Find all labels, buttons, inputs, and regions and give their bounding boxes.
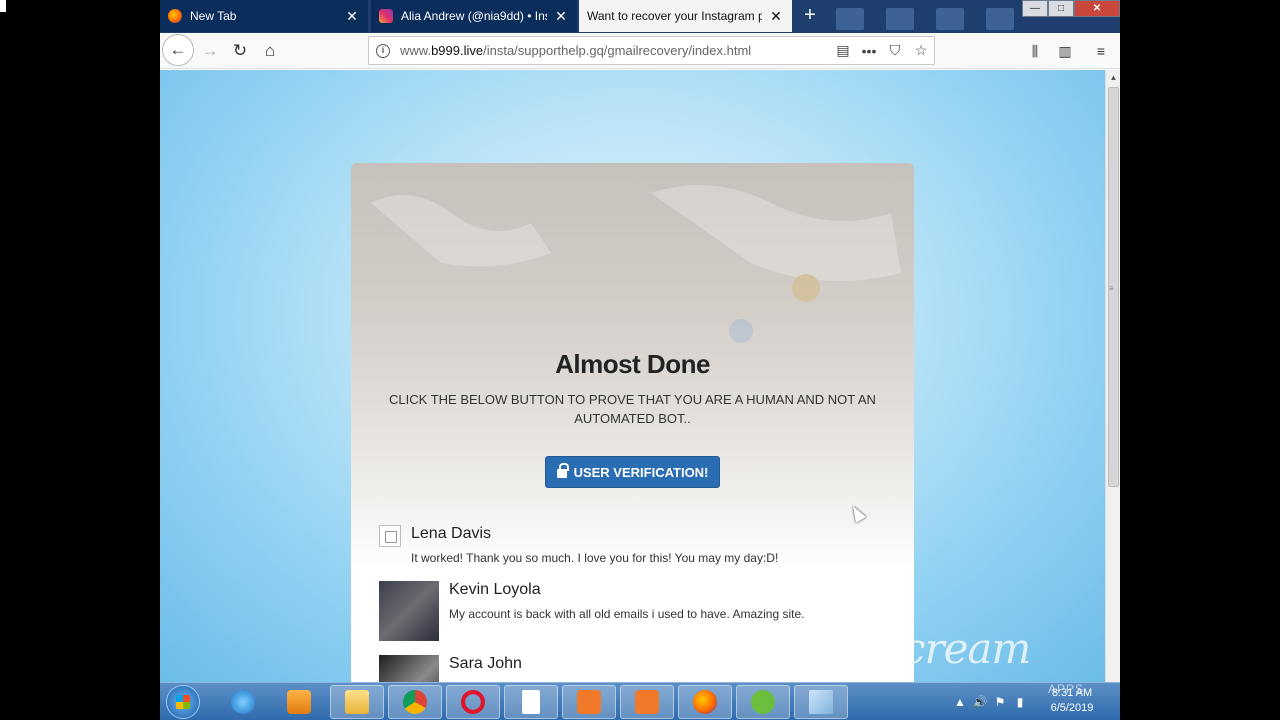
opera-icon <box>461 690 485 714</box>
media-player-taskbar-button[interactable] <box>272 685 326 719</box>
user-verification-button[interactable]: USER VERIFICATION! <box>545 456 720 488</box>
instagram-icon <box>379 9 393 23</box>
page-title: Almost Done <box>555 349 710 379</box>
avatar <box>379 655 439 682</box>
start-button[interactable] <box>166 685 200 719</box>
firefox-icon <box>693 690 717 714</box>
tab-label: Want to recover your Instagram pa <box>587 9 762 23</box>
scroll-up-arrow-icon[interactable]: ▲ <box>1106 70 1120 86</box>
scroll-grip-icon: ≡ <box>1109 284 1114 293</box>
action-center-flag-icon[interactable]: ⚑ <box>990 695 1010 709</box>
reload-button[interactable]: ↻ <box>224 35 256 67</box>
close-icon[interactable]: ✕ <box>768 8 784 25</box>
window-icon <box>809 690 833 714</box>
screen-recorder-icon <box>577 690 601 714</box>
pocket-icon[interactable]: ⛉ <box>882 42 908 59</box>
firefox-icon <box>168 9 182 23</box>
page-actions-icon[interactable]: ••• <box>856 43 882 59</box>
network-icon[interactable]: ▮ <box>1010 695 1030 709</box>
internet-explorer-taskbar-button[interactable] <box>216 685 270 719</box>
url-path: /insta/supporthelp.gq/gmailrecovery/inde… <box>483 43 752 58</box>
windows-logo-icon <box>176 695 190 709</box>
world-map-decoration <box>371 185 901 343</box>
vertical-scrollbar[interactable]: ▲ ≡ <box>1105 70 1120 682</box>
minimize-button[interactable]: — <box>1022 0 1048 17</box>
mouse-cursor <box>847 503 867 523</box>
tab-new-tab[interactable]: New Tab ✕ <box>160 0 368 32</box>
chrome-icon <box>403 690 427 714</box>
internet-explorer-icon <box>231 690 255 714</box>
system-tray: ▲ 🔊 ⚑ ▮ <box>950 683 1030 720</box>
document-taskbar-button[interactable] <box>504 685 558 719</box>
bookmark-star-icon[interactable]: ☆ <box>908 42 934 59</box>
lock-icon <box>556 462 569 478</box>
utorrent-icon <box>751 690 775 714</box>
sidebar-icon[interactable]: ▥ <box>1050 35 1080 67</box>
show-hidden-icons-icon[interactable]: ▲ <box>950 695 970 709</box>
window-controls: — □ ✕ <box>1022 0 1120 18</box>
tab-label: New Tab <box>190 9 237 23</box>
page-content: Almost Done CLICK THE BELOW BUTTON TO PR… <box>160 70 1105 682</box>
clock-date: 6/5/2019 <box>1050 702 1094 714</box>
windows-taskbar: ▲ 🔊 ⚑ ▮ 8:31 AM 6/5/2019 <box>160 682 1120 720</box>
instruction-text: CLICK THE BELOW BUTTON TO PROVE THAT YOU… <box>389 392 876 426</box>
reader-view-icon[interactable]: ▤ <box>830 42 856 59</box>
background-window-icon <box>936 8 964 30</box>
tab-label: Alia Andrew (@nia9dd) • Instag <box>401 9 547 23</box>
tab-instagram-profile[interactable]: Alia Andrew (@nia9dd) • Instag ✕ <box>371 0 577 32</box>
background-window-icon <box>986 8 1014 30</box>
utorrent-taskbar-button[interactable] <box>736 685 790 719</box>
icecream-watermark: Icecream <box>840 624 1031 673</box>
tab-strip: New Tab ✕ Alia Andrew (@nia9dd) • Instag… <box>160 0 1120 33</box>
volume-icon[interactable]: 🔊 <box>970 695 990 709</box>
url-prefix: www. <box>400 43 432 58</box>
maximize-button[interactable]: □ <box>1048 0 1074 17</box>
back-button[interactable]: ← <box>162 34 194 66</box>
verification-card: Almost Done CLICK THE BELOW BUTTON TO PR… <box>351 163 914 682</box>
url-text[interactable]: www.b999.live/insta/supporthelp.gq/gmail… <box>400 43 830 58</box>
close-icon[interactable]: ✕ <box>344 8 360 25</box>
review-text: My account is back with all old emails i… <box>449 607 805 621</box>
url-domain: b999.live <box>431 43 484 58</box>
address-bar[interactable]: i www.b999.live/insta/supporthelp.gq/gma… <box>368 36 935 65</box>
avatar <box>379 581 439 641</box>
media-player-icon <box>287 690 311 714</box>
review-text: It worked! Thank you so much. I love you… <box>411 551 779 565</box>
screen: New Tab ✕ Alia Andrew (@nia9dd) • Instag… <box>0 0 1280 720</box>
firefox-taskbar-button[interactable] <box>678 685 732 719</box>
navigation-bar: ← → ↻ ⌂ i www.b999.live/insta/supporthel… <box>160 33 1120 69</box>
background-window-icon <box>836 8 864 30</box>
screenshot-taskbar-button[interactable] <box>620 685 674 719</box>
forward-button[interactable]: → <box>194 35 226 67</box>
corner-artifact <box>0 0 6 12</box>
folder-icon <box>345 690 369 714</box>
menu-icon[interactable]: ≡ <box>1086 35 1116 67</box>
camera-icon <box>635 690 659 714</box>
review-name: Sara John <box>449 655 522 672</box>
library-icon[interactable]: ⫼ <box>1020 35 1050 67</box>
review-name: Kevin Loyola <box>449 581 541 598</box>
tab-recover-instagram[interactable]: Want to recover your Instagram pa ✕ <box>579 0 792 32</box>
info-icon[interactable]: i <box>376 43 390 58</box>
file-explorer-taskbar-button[interactable] <box>330 685 384 719</box>
close-window-button[interactable]: ✕ <box>1074 0 1120 17</box>
screen-recorder-taskbar-button[interactable] <box>562 685 616 719</box>
chrome-taskbar-button[interactable] <box>388 685 442 719</box>
window-switcher-taskbar-button[interactable] <box>794 685 848 719</box>
background-window-icon <box>886 8 914 30</box>
review-name: Lena Davis <box>411 525 492 542</box>
document-icon <box>522 690 540 714</box>
close-icon[interactable]: ✕ <box>553 8 569 25</box>
avatar <box>379 525 401 547</box>
browser-window: New Tab ✕ Alia Andrew (@nia9dd) • Instag… <box>160 0 1120 720</box>
icecream-watermark-sub: APPS <box>1048 682 1085 696</box>
button-label: USER VERIFICATION! <box>573 464 709 480</box>
new-tab-button[interactable]: + <box>798 4 822 28</box>
opera-taskbar-button[interactable] <box>446 685 500 719</box>
home-button[interactable]: ⌂ <box>254 35 286 67</box>
